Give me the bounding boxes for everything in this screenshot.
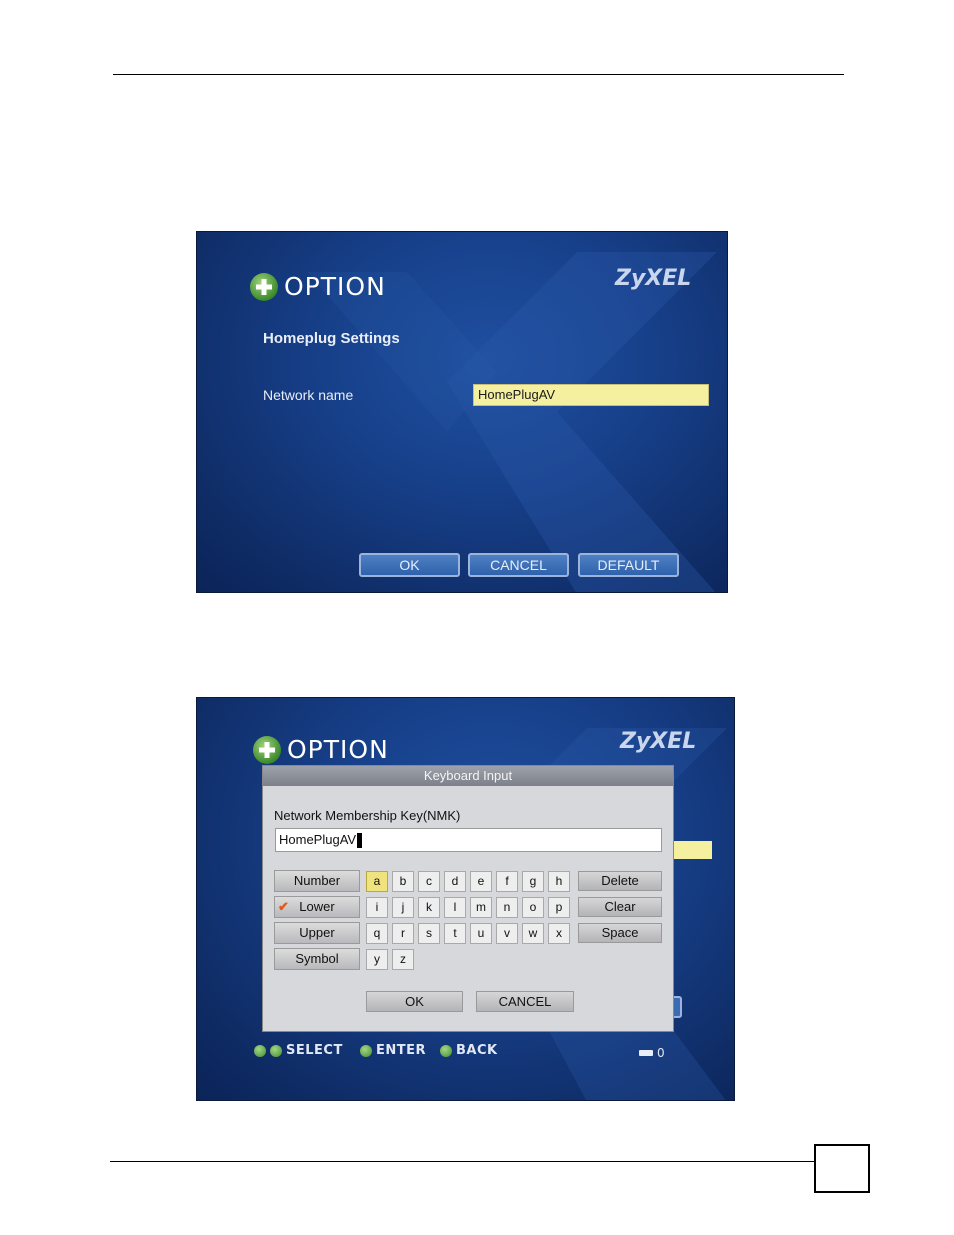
- nmk-label: Network Membership Key(NMK): [274, 808, 461, 823]
- default-button[interactable]: DEFAULT: [578, 553, 679, 577]
- option-header: OPTION: [253, 735, 389, 764]
- space-button[interactable]: Space: [578, 923, 662, 943]
- back-icon: [440, 1044, 452, 1057]
- key-p[interactable]: p: [548, 897, 570, 918]
- key-o[interactable]: o: [522, 897, 544, 918]
- checkmark-icon: ✔: [278, 899, 289, 914]
- bottom-rule: [110, 1161, 814, 1162]
- key-k[interactable]: k: [418, 897, 440, 918]
- option-plus-icon: [253, 735, 281, 764]
- key-q[interactable]: q: [366, 923, 388, 944]
- delete-button[interactable]: Delete: [578, 871, 662, 891]
- dialog-cancel-button[interactable]: CANCEL: [476, 991, 574, 1012]
- key-c[interactable]: c: [418, 871, 440, 892]
- network-name-label: Network name: [263, 387, 354, 403]
- key-s[interactable]: s: [418, 923, 440, 944]
- keyboard-input-screen: OPTION ZyXEL Keyboard Input Network Memb…: [196, 697, 735, 1101]
- key-e[interactable]: e: [470, 871, 492, 892]
- mode-symbol-button[interactable]: Symbol: [274, 948, 360, 970]
- option-header: OPTION: [250, 272, 386, 301]
- key-i[interactable]: i: [366, 897, 388, 918]
- back-hint-label: BACK: [456, 1043, 498, 1058]
- network-name-field[interactable]: HomePlugAV: [473, 384, 709, 406]
- battery-icon: [639, 1050, 653, 1056]
- key-h[interactable]: h: [548, 871, 570, 892]
- key-r[interactable]: r: [392, 923, 414, 944]
- dialog-ok-button[interactable]: OK: [366, 991, 463, 1012]
- key-v[interactable]: v: [496, 923, 518, 944]
- counter-value: 0: [657, 1046, 666, 1060]
- mode-lower-label: Lower: [299, 899, 335, 914]
- background-button-peek: [674, 996, 682, 1018]
- text-cursor: [357, 833, 363, 849]
- key-d[interactable]: d: [444, 871, 466, 892]
- key-x[interactable]: x: [548, 923, 570, 944]
- key-a[interactable]: a: [366, 871, 388, 892]
- key-f[interactable]: f: [496, 871, 518, 892]
- nmk-input-value: HomePlugAV: [279, 832, 357, 847]
- mode-number-button[interactable]: Number: [274, 870, 360, 892]
- left-arrow-icon: [254, 1044, 266, 1057]
- key-z[interactable]: z: [392, 949, 414, 970]
- option-plus-icon: [250, 272, 278, 301]
- section-title: Homeplug Settings: [263, 330, 400, 347]
- cancel-button[interactable]: CANCEL: [468, 553, 569, 577]
- homeplug-settings-screen: OPTION ZyXEL Homeplug Settings Network n…: [196, 231, 728, 593]
- key-b[interactable]: b: [392, 871, 414, 892]
- mode-lower-button[interactable]: ✔ Lower: [274, 896, 360, 918]
- right-arrow-icon: [270, 1044, 282, 1057]
- option-title: OPTION: [284, 272, 386, 301]
- counter-indicator: 0: [639, 1046, 665, 1060]
- nmk-input[interactable]: HomePlugAV: [275, 828, 662, 852]
- clear-button[interactable]: Clear: [578, 897, 662, 917]
- top-rule: [113, 74, 844, 75]
- key-j[interactable]: j: [392, 897, 414, 918]
- select-hint: SELECT: [254, 1043, 343, 1058]
- zyxel-logo: ZyXEL: [615, 266, 692, 291]
- back-hint: BACK: [440, 1043, 498, 1058]
- key-w[interactable]: w: [522, 923, 544, 944]
- page-number-box: [814, 1144, 870, 1193]
- ok-button[interactable]: OK: [359, 553, 460, 577]
- enter-icon: [360, 1044, 372, 1057]
- key-n[interactable]: n: [496, 897, 518, 918]
- key-g[interactable]: g: [522, 871, 544, 892]
- key-m[interactable]: m: [470, 897, 492, 918]
- key-t[interactable]: t: [444, 923, 466, 944]
- option-title: OPTION: [287, 735, 389, 764]
- mode-upper-button[interactable]: Upper: [274, 922, 360, 944]
- keyboard-dialog: Keyboard Input Network Membership Key(NM…: [262, 765, 674, 1032]
- enter-hint: ENTER: [360, 1043, 426, 1058]
- dialog-title: Keyboard Input: [263, 766, 673, 786]
- key-y[interactable]: y: [366, 949, 388, 970]
- background-field-peek: [674, 841, 712, 859]
- select-hint-label: SELECT: [286, 1043, 343, 1058]
- key-u[interactable]: u: [470, 923, 492, 944]
- key-l[interactable]: l: [444, 897, 466, 918]
- zyxel-logo: ZyXEL: [620, 729, 697, 754]
- enter-hint-label: ENTER: [376, 1043, 427, 1058]
